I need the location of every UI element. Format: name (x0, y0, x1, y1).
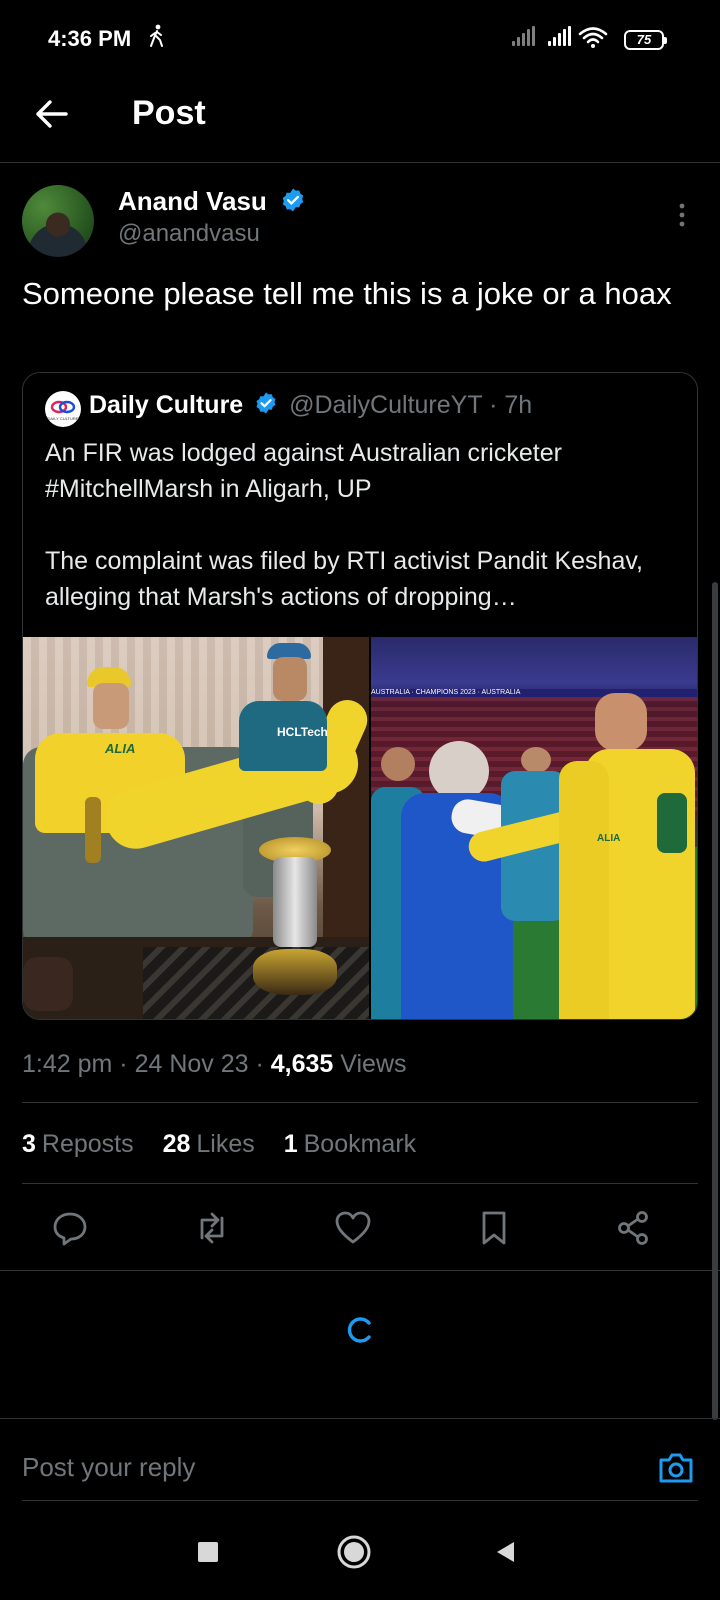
reply-icon[interactable] (50, 1208, 90, 1248)
img2-banner-text: AUSTRALIA · CHAMPIONS 2023 · AUSTRALIA (371, 689, 697, 697)
page-title: Post (132, 94, 206, 132)
engagement-stats: 3 Reposts 28 Likes 1 Bookmark (22, 1130, 416, 1159)
like-icon[interactable] (333, 1208, 373, 1248)
avatar[interactable] (22, 185, 94, 257)
quote-media[interactable]: ALIA HCLTech AUSTRALIA · CHAMPIONS 2023 … (23, 637, 697, 1019)
daily-culture-logo-icon: DAILY CULTURE (48, 400, 79, 421)
wifi-icon (578, 26, 608, 53)
quote-text: An FIR was lodged against Australian cri… (45, 435, 685, 615)
loading-spinner-icon (346, 1316, 374, 1344)
walking-icon (148, 24, 166, 54)
quote-handle: @DailyCultureYT (289, 391, 483, 420)
divider (22, 1183, 698, 1184)
img2-shirt-text: ALIA (597, 833, 621, 844)
svg-text:DAILY CULTURE: DAILY CULTURE (48, 416, 79, 421)
reply-input[interactable]: Post your reply (22, 1452, 195, 1483)
top-app-bar (0, 80, 720, 163)
quote-age: 7h (504, 391, 533, 420)
post-time: 1:42 pm (22, 1050, 113, 1078)
more-options-icon[interactable] (670, 200, 694, 230)
home-icon[interactable] (336, 1534, 372, 1575)
author-handle[interactable]: @anandvasu (118, 220, 260, 248)
quote-text-line1: An FIR was lodged against Australian cri… (45, 439, 562, 503)
quote-text-line2: The complaint was filed by RTI activist … (45, 547, 643, 611)
img1-jersey-text: HCLTech (277, 725, 328, 739)
bookmarks-stat[interactable]: 1 Bookmark (284, 1130, 416, 1158)
divider (0, 1418, 720, 1419)
back-arrow-icon[interactable] (30, 92, 74, 136)
likes-stat[interactable]: 28 Likes (163, 1130, 255, 1158)
author-name-row[interactable]: Anand Vasu (118, 186, 306, 220)
camera-icon[interactable] (656, 1448, 696, 1488)
bookmark-icon[interactable] (474, 1208, 514, 1248)
divider (0, 1270, 720, 1271)
quote-author-name[interactable]: Daily Culture (89, 391, 243, 419)
post-meta: 1:42 pm · 24 Nov 23 · 4,635 Views (22, 1050, 407, 1078)
quote-verified-badge-icon (254, 391, 278, 422)
scrollbar[interactable] (712, 582, 718, 1420)
back-nav-icon[interactable] (494, 1540, 518, 1569)
media-image-marsh-trophy[interactable]: ALIA HCLTech (23, 637, 369, 1019)
status-bar: 4:36 PM 75 (0, 0, 720, 80)
recent-apps-icon[interactable] (196, 1540, 220, 1569)
quote-avatar[interactable]: DAILY CULTURE (45, 391, 81, 427)
signal-icon-2 (548, 26, 571, 46)
status-time: 4:36 PM (48, 26, 132, 51)
divider (22, 1102, 698, 1103)
reposts-stat[interactable]: 3 Reposts (22, 1130, 134, 1158)
tweet-text: Someone please tell me this is a joke or… (22, 276, 672, 311)
post-date: 24 Nov 23 (134, 1050, 249, 1078)
img1-shirt-text: ALIA (105, 741, 136, 756)
battery-icon: 75 (624, 30, 667, 50)
repost-icon[interactable] (192, 1208, 232, 1248)
verified-badge-icon (280, 187, 306, 220)
views-count: 4,635 (270, 1050, 334, 1078)
quoted-post[interactable]: DAILY CULTURE Daily Culture @DailyCultur… (22, 372, 698, 1020)
signal-icon-1 (512, 26, 535, 46)
share-icon[interactable] (614, 1208, 654, 1248)
quote-header: Daily Culture @DailyCultureYT · 7h (89, 391, 532, 422)
media-image-handshake[interactable]: AUSTRALIA · CHAMPIONS 2023 · AUSTRALIA A… (371, 637, 697, 1019)
views-label: Views (340, 1050, 407, 1078)
divider (22, 1500, 698, 1501)
author-name[interactable]: Anand Vasu (118, 186, 267, 216)
